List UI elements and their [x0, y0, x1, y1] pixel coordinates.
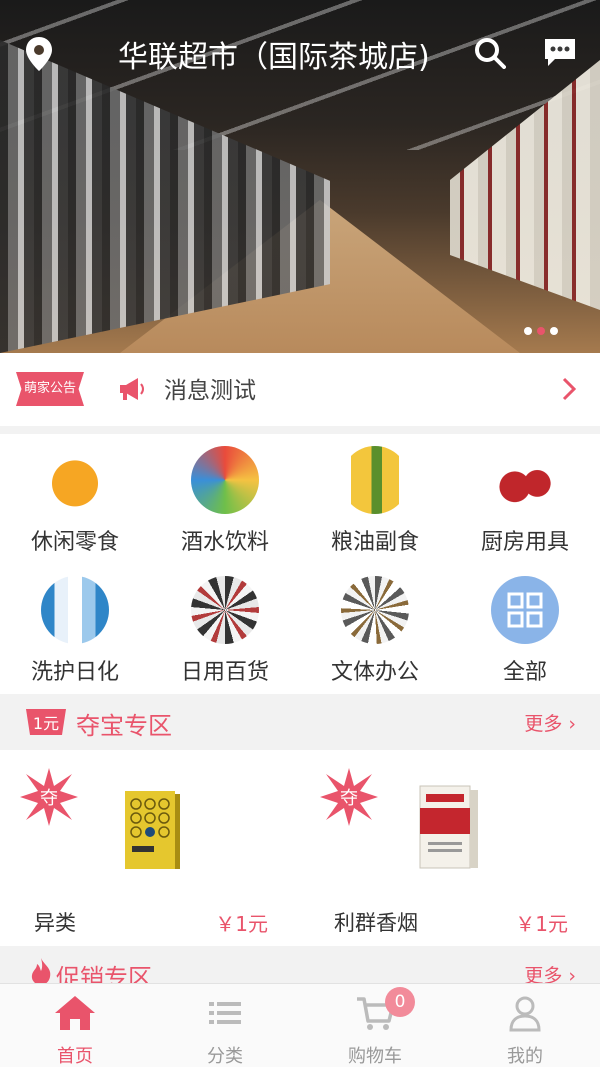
product-card[interactable]: 夺 异类 ￥1元 — [0, 750, 300, 946]
cigarette-pack-image — [419, 785, 478, 869]
category-cookware[interactable]: 厨房用具 — [450, 434, 600, 564]
tab-profile[interactable]: 我的 — [450, 984, 600, 1067]
category-label: 洗护日化 — [30, 660, 119, 685]
list-icon — [209, 1002, 241, 1024]
svg-text:夺: 夺 — [40, 788, 58, 809]
tab-home[interactable]: 首页 — [0, 984, 150, 1067]
search-icon[interactable] — [474, 37, 506, 69]
office-image — [341, 576, 409, 644]
tab-label: 购物车 — [348, 1046, 402, 1067]
carousel-dot[interactable] — [550, 327, 558, 335]
toiletries-image — [41, 576, 109, 644]
category-label: 厨房用具 — [480, 530, 569, 555]
chevron-right-icon[interactable] — [561, 377, 577, 401]
category-daily-goods[interactable]: 日用百货 — [150, 564, 300, 694]
book-image — [125, 791, 180, 869]
tab-label: 分类 — [207, 1046, 243, 1067]
cookware-image — [491, 446, 559, 514]
category-label: 休闲零食 — [30, 530, 119, 555]
grid-icon — [491, 576, 559, 644]
tab-label: 我的 — [507, 1046, 543, 1067]
tab-cart[interactable]: 0 购物车 — [300, 984, 450, 1067]
category-label: 文体办公 — [330, 660, 419, 685]
megaphone-icon — [120, 378, 144, 400]
category-snacks[interactable]: 休闲零食 — [0, 434, 150, 564]
category-office[interactable]: 文体办公 — [300, 564, 450, 694]
bottom-tab-bar: 首页 分类 0 购物车 我的 — [0, 983, 600, 1067]
treasure-products: 夺 异类 ￥1元 夺 利群香烟 ￥1元 — [0, 750, 600, 946]
category-toiletries[interactable]: 洗护日化 — [0, 564, 150, 694]
product-price: ￥1元 — [515, 912, 568, 936]
cart-count-badge: 0 — [385, 987, 415, 1017]
burst-star-icon: 夺 — [20, 768, 78, 826]
svg-text:夺: 夺 — [340, 788, 358, 809]
treasure-section-title: 夺宝专区 — [76, 712, 172, 740]
drinks-image — [191, 446, 259, 514]
tab-category[interactable]: 分类 — [150, 984, 300, 1067]
carousel-indicator[interactable] — [524, 327, 558, 335]
category-grid: 休闲零食 酒水饮料 粮油副食 厨房用具 洗护日化 日用百货 文体办公 全部 — [0, 434, 600, 694]
category-label: 日用百货 — [180, 660, 269, 685]
product-name: 异类 — [34, 911, 76, 935]
notice-bar[interactable]: 萌家公告 消息测试 — [0, 353, 600, 426]
notice-badge: 萌家公告 — [16, 372, 84, 406]
category-drinks[interactable]: 酒水饮料 — [150, 434, 300, 564]
category-label: 酒水饮料 — [180, 530, 269, 555]
snack-image — [41, 446, 109, 514]
notice-text[interactable]: 消息测试 — [164, 371, 256, 405]
home-icon — [55, 996, 95, 1030]
daily-goods-image — [191, 576, 259, 644]
product-name: 利群香烟 — [334, 911, 418, 935]
tab-label: 首页 — [57, 1046, 93, 1067]
burst-star-icon: 夺 — [320, 768, 378, 826]
more-label: 更多 — [524, 713, 563, 735]
location-pin-icon[interactable] — [24, 36, 54, 72]
treasure-more-link[interactable]: 更多 › — [524, 709, 576, 736]
user-icon — [509, 996, 541, 1032]
grain-oil-image — [341, 446, 409, 514]
treasure-section-header: 1元 夺宝专区 更多 › — [0, 694, 600, 750]
chevron-right-icon: › — [562, 713, 576, 735]
category-label: 全部 — [502, 660, 547, 685]
product-card[interactable]: 夺 利群香烟 ￥1元 — [300, 750, 600, 946]
category-grain-oil[interactable]: 粮油副食 — [300, 434, 450, 564]
top-bar: 华联超市（国际茶城店) — [0, 22, 600, 82]
flame-icon — [31, 958, 51, 985]
store-title[interactable]: 华联超市（国际茶城店) — [118, 32, 430, 76]
category-label: 粮油副食 — [330, 530, 419, 555]
one-yuan-shield-icon: 1元 — [26, 709, 66, 735]
category-all[interactable]: 全部 — [450, 564, 600, 694]
message-icon[interactable] — [543, 37, 577, 67]
carousel-dot[interactable] — [524, 327, 532, 335]
product-price: ￥1元 — [215, 912, 268, 936]
carousel-dot-active[interactable] — [537, 327, 545, 335]
store-banner[interactable]: 华联超市（国际茶城店) — [0, 0, 600, 353]
svg-text:1元: 1元 — [33, 714, 59, 733]
